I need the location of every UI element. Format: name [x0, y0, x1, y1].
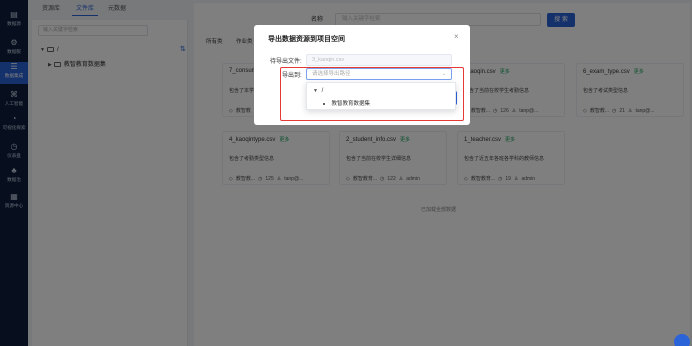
file-field: 3_kaoqin.csv [306, 54, 452, 66]
highlight-box [280, 67, 464, 121]
file-field-label: 待导出文件: [270, 59, 302, 65]
floating-action-button[interactable] [674, 334, 690, 346]
close-icon[interactable]: × [454, 32, 459, 41]
dialog-title: 导出数据资源到项目空间 [268, 36, 345, 43]
